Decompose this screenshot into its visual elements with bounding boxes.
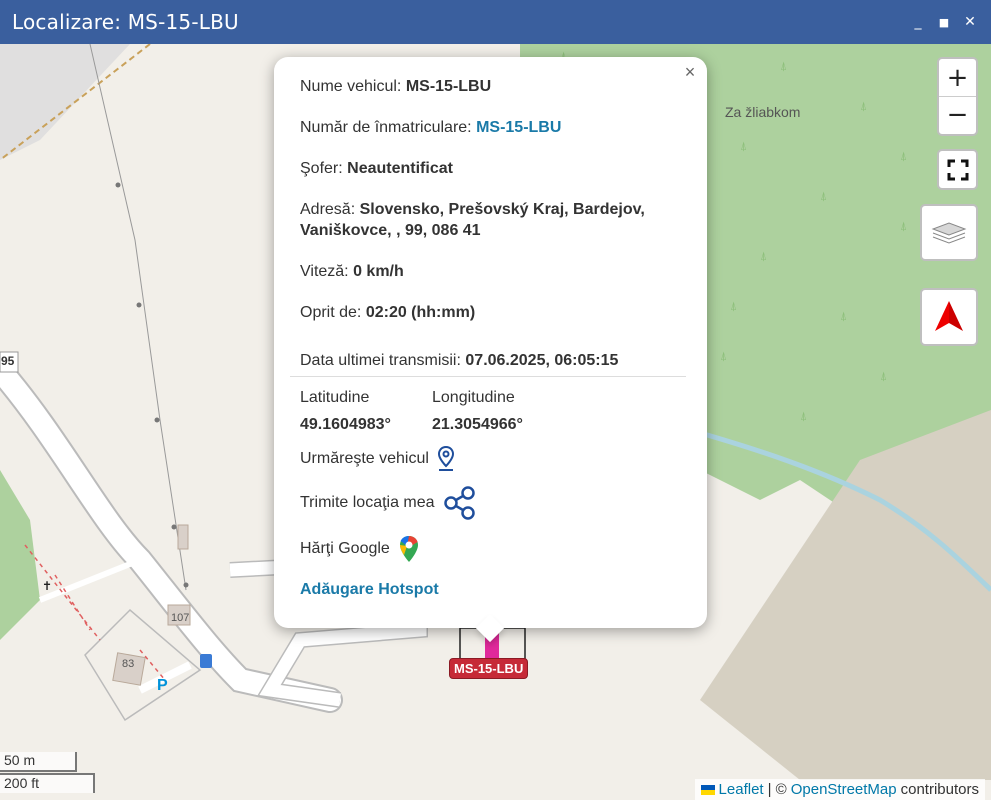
forest-area-left bbox=[0, 470, 40, 640]
google-maps-action[interactable]: Hărţi Google bbox=[300, 535, 420, 563]
last-transmission-row: Data ultimei transmisii: 07.06.2025, 06:… bbox=[300, 350, 690, 371]
driver-label: Şofer: bbox=[300, 160, 343, 177]
follow-vehicle-label: Urmăreşte vehicul bbox=[300, 450, 429, 467]
speed-row: Viteză: 0 km/h bbox=[300, 261, 690, 282]
window-controls: _ ■ ✕ bbox=[907, 11, 983, 33]
google-maps-icon[interactable] bbox=[398, 535, 420, 563]
speed-value: 0 km/h bbox=[353, 263, 404, 280]
stopped-value: 02:20 (hh:mm) bbox=[365, 304, 476, 321]
vehicle-info-popup: × Nume vehicul: MS-15-LBU Număr de înmat… bbox=[274, 57, 707, 643]
share-location-action[interactable]: Trimite locaţia mea bbox=[300, 486, 477, 520]
vehicle-name-row: Nume vehicul: MS-15-LBU bbox=[300, 76, 690, 97]
grey-area bbox=[0, 44, 130, 160]
place-label: Za žliabkom bbox=[725, 104, 801, 120]
north-arrow-icon bbox=[935, 301, 963, 331]
svg-text:⍋: ⍋ bbox=[730, 299, 737, 313]
ukraine-flag-icon bbox=[700, 784, 715, 795]
registration-link[interactable]: MS-15-LBU bbox=[476, 119, 561, 136]
latitude-value: 49.1604983° bbox=[300, 416, 391, 433]
latitude-label: Latitudine bbox=[300, 389, 370, 406]
svg-text:⍋: ⍋ bbox=[900, 219, 907, 233]
svg-text:⍋: ⍋ bbox=[780, 59, 787, 73]
last-transmission-value: 07.06.2025, 06:05:15 bbox=[465, 352, 619, 369]
bus-stop-icon bbox=[200, 654, 212, 668]
map-attribution: Leaflet | © OpenStreetMap contributors bbox=[694, 779, 985, 800]
parking-label: P bbox=[157, 677, 168, 694]
road-ref-label: 95 bbox=[1, 354, 15, 368]
location-pin-icon[interactable] bbox=[437, 446, 455, 472]
svg-text:⍋: ⍋ bbox=[860, 99, 867, 113]
cross-icon: ✝ bbox=[42, 579, 52, 593]
window-title: Localizare: MS-15-LBU bbox=[12, 10, 239, 34]
fullscreen-icon bbox=[947, 159, 968, 180]
stopped-label: Oprit de: bbox=[300, 304, 362, 321]
stopped-row: Oprit de: 02:20 (hh:mm) bbox=[300, 302, 690, 323]
fullscreen-button[interactable] bbox=[937, 149, 978, 190]
attribution-contributors: contributors bbox=[900, 781, 979, 798]
building bbox=[177, 524, 189, 550]
layers-button[interactable] bbox=[920, 204, 978, 261]
google-maps-label: Hărţi Google bbox=[300, 540, 390, 557]
zoom-out-button[interactable]: − bbox=[939, 96, 976, 133]
popup-divider bbox=[290, 376, 686, 377]
speed-label: Viteză: bbox=[300, 263, 349, 280]
driver-row: Şofer: Neautentificat bbox=[300, 158, 690, 179]
address-row: Adresă: Slovensko, Prešovský Kraj, Barde… bbox=[300, 199, 690, 241]
small-road bbox=[38, 557, 142, 603]
close-window-button[interactable]: ✕ bbox=[959, 11, 981, 33]
svg-text:⍋: ⍋ bbox=[900, 149, 907, 163]
svg-text:⍋: ⍋ bbox=[800, 409, 807, 423]
vehicle-name-value: MS-15-LBU bbox=[405, 78, 492, 95]
house-number: 83 bbox=[122, 658, 135, 670]
svg-text:⍋: ⍋ bbox=[760, 249, 767, 263]
add-hotspot-action[interactable]: Adăugare Hotspot bbox=[300, 581, 439, 599]
zoom-control: + − bbox=[937, 57, 978, 136]
osm-link[interactable]: OpenStreetMap bbox=[791, 781, 897, 798]
latitude-block: Latitudine 49.1604983° bbox=[300, 387, 391, 436]
north-arrow-button[interactable] bbox=[920, 288, 978, 346]
window-titlebar: Localizare: MS-15-LBU _ ■ ✕ bbox=[0, 0, 991, 44]
attribution-separator: | © bbox=[767, 781, 787, 798]
longitude-label: Longitudine bbox=[432, 389, 515, 406]
svg-text:⍋: ⍋ bbox=[820, 189, 827, 203]
share-icon[interactable] bbox=[443, 486, 477, 520]
layers-icon bbox=[931, 221, 967, 244]
scale-imperial: 200 ft bbox=[0, 773, 95, 793]
registration-row: Număr de înmatriculare: MS-15-LBU bbox=[300, 117, 690, 138]
longitude-block: Longitudine 21.3054966° bbox=[432, 387, 523, 436]
svg-text:⍋: ⍋ bbox=[880, 369, 887, 383]
leaflet-link[interactable]: Leaflet bbox=[719, 781, 764, 798]
svg-text:⍋: ⍋ bbox=[720, 349, 727, 363]
add-hotspot-link[interactable]: Adăugare Hotspot bbox=[300, 581, 439, 599]
maximize-button[interactable]: ■ bbox=[933, 11, 955, 33]
svg-text:⍋: ⍋ bbox=[840, 309, 847, 323]
share-location-label: Trimite locaţia mea bbox=[300, 494, 435, 511]
vehicle-name-label: Nume vehicul: bbox=[300, 78, 402, 95]
svg-text:⍋: ⍋ bbox=[740, 139, 747, 153]
driver-value: Neautentificat bbox=[347, 160, 453, 177]
address-label: Adresă: bbox=[300, 201, 356, 218]
scale-metric: 50 m bbox=[0, 752, 77, 772]
registration-label: Număr de înmatriculare: bbox=[300, 119, 472, 136]
vehicle-marker-label[interactable]: MS-15-LBU bbox=[449, 658, 529, 679]
minimize-button[interactable]: _ bbox=[907, 11, 929, 33]
last-transmission-label: Data ultimei transmisii: bbox=[300, 352, 461, 369]
follow-vehicle-action[interactable]: Urmăreşte vehicul bbox=[300, 446, 455, 472]
house-number: 107 bbox=[171, 612, 190, 624]
longitude-value: 21.3054966° bbox=[432, 416, 523, 433]
zoom-in-button[interactable]: + bbox=[939, 59, 976, 96]
